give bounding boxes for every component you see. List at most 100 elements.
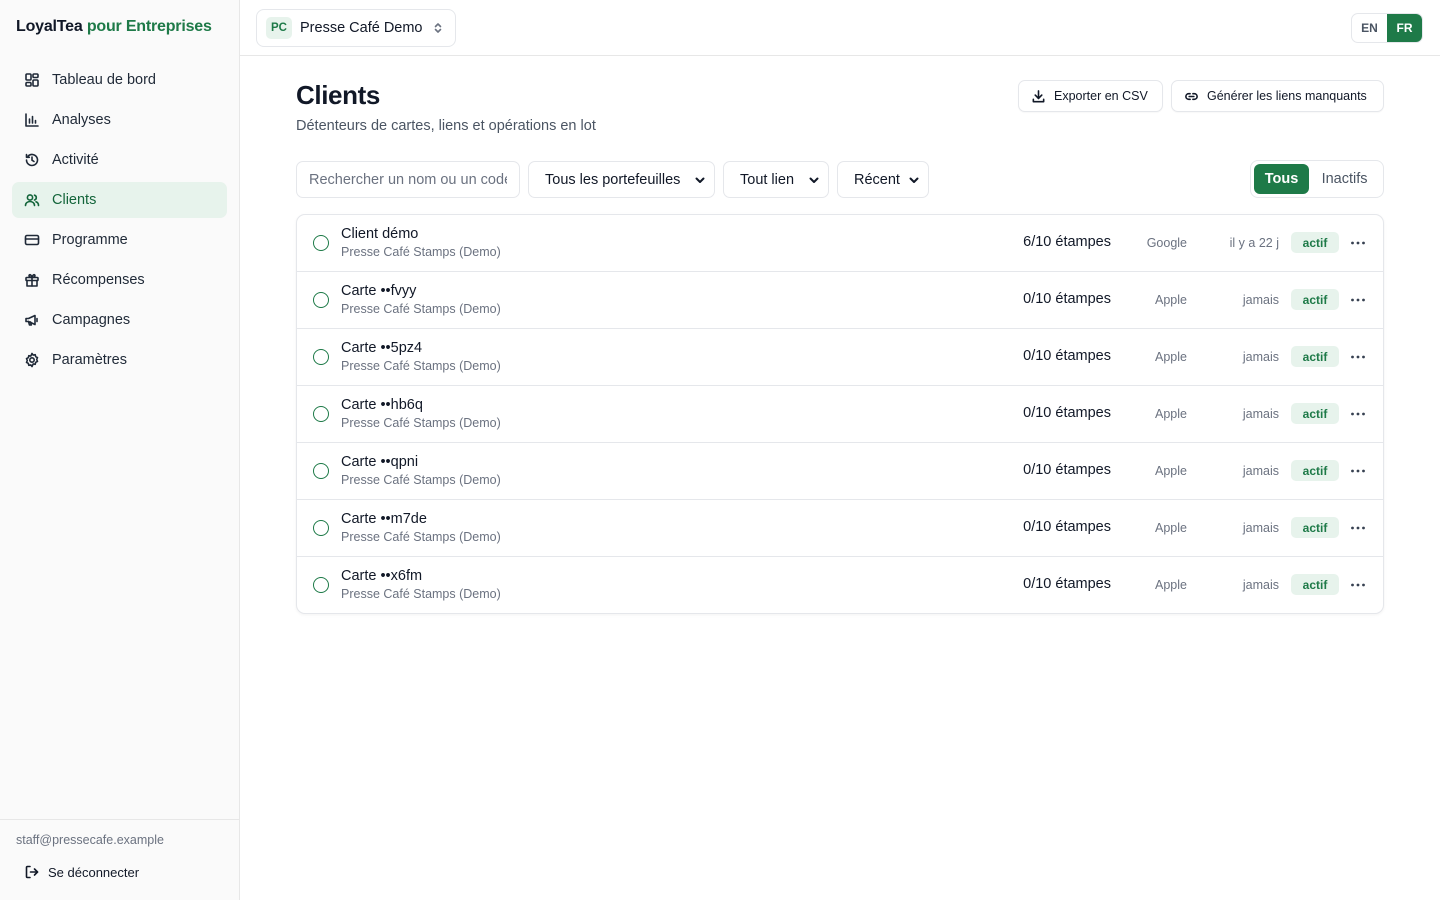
row-checkbox[interactable] [313,349,329,365]
program-name: Presse Café Stamps (Demo) [341,359,501,373]
link-icon [1185,92,1198,100]
table-row[interactable]: Carte ••hb6q Presse Café Stamps (Demo) 0… [297,386,1383,443]
generate-links-button[interactable]: Générer les liens manquants [1171,80,1384,112]
lang-en-button[interactable]: EN [1352,14,1387,42]
brand-logo[interactable]: LoyalTea pour Entreprises [16,18,212,36]
clients-table: Client démo Presse Café Stamps (Demo) 6/… [296,214,1384,614]
gear-icon [24,352,40,368]
sidebar-item-label: Activité [52,152,99,168]
topbar: PC Presse Café Demo EN FR [240,0,1440,56]
users-icon [24,192,40,208]
program-name: Presse Café Stamps (Demo) [341,302,501,316]
row-checkbox[interactable] [313,463,329,479]
more-options-icon[interactable] [1349,233,1367,253]
generate-links-label: Générer les liens manquants [1207,89,1367,103]
logout-button[interactable]: Se déconnecter [12,860,139,884]
sidebar-item-program[interactable]: Programme [12,222,227,258]
client-name: Carte ••hb6q [341,397,423,413]
sidebar-item-label: Campagnes [52,312,131,328]
sort-select[interactable]: Récent [837,161,929,198]
more-options-icon[interactable] [1349,347,1367,367]
sidebar-item-label: Paramètres [52,352,127,368]
more-options-icon[interactable] [1349,290,1367,310]
stamp-count: 0/10 étampes [1023,462,1111,478]
last-activity: jamais [1242,464,1279,478]
sidebar-nav: Tableau de bord Analyses Activité Client… [12,62,227,382]
table-row[interactable]: Carte ••m7de Presse Café Stamps (Demo) 0… [297,500,1383,557]
sidebar-item-dashboard[interactable]: Tableau de bord [12,62,227,98]
sidebar-item-label: Programme [52,232,128,248]
table-row[interactable]: Carte ••5pz4 Presse Café Stamps (Demo) 0… [297,329,1383,386]
sidebar: LoyalTea pour Entreprises Tableau de bor… [0,0,240,900]
status-badge: actif [1291,232,1339,253]
row-checkbox[interactable] [313,235,329,251]
stamp-count: 0/10 étampes [1023,576,1111,592]
status-segmented-control: Tous Inactifs [1250,160,1384,198]
brand-accent: pour Entreprises [86,18,212,35]
program-name: Presse Café Stamps (Demo) [341,530,501,544]
sidebar-item-clients[interactable]: Clients [12,182,227,218]
row-checkbox[interactable] [313,520,329,536]
stamp-count: 0/10 étampes [1023,291,1111,307]
link-select-value: Tout lien [740,171,795,188]
table-row[interactable]: Client démo Presse Café Stamps (Demo) 6/… [297,215,1383,272]
status-badge: actif [1291,460,1339,481]
last-activity: jamais [1242,350,1279,364]
sidebar-item-label: Tableau de bord [52,72,156,88]
sidebar-item-analytics[interactable]: Analyses [12,102,227,138]
program-name: Presse Café Stamps (Demo) [341,245,501,259]
status-badge: actif [1291,346,1339,367]
stamp-count: 0/10 étampes [1023,519,1111,535]
segment-all[interactable]: Tous [1254,164,1310,194]
last-activity: jamais [1242,521,1279,535]
table-row[interactable]: Carte ••fvyy Presse Café Stamps (Demo) 0… [297,272,1383,329]
more-options-icon[interactable] [1349,404,1367,424]
org-name: Presse Café Demo [300,20,423,36]
status-badge: actif [1291,289,1339,310]
org-switcher[interactable]: PC Presse Café Demo [256,9,456,47]
bar-chart-icon [24,112,40,128]
program-name: Presse Café Stamps (Demo) [341,416,501,430]
more-options-icon[interactable] [1349,575,1367,595]
last-activity: jamais [1242,407,1279,421]
wallet-select-value: Tous les portefeuilles [545,171,681,188]
sidebar-item-settings[interactable]: Paramètres [12,342,227,378]
user-email: staff@pressecafe.example [16,833,164,847]
more-options-icon[interactable] [1349,518,1367,538]
sidebar-item-campaigns[interactable]: Campagnes [12,302,227,338]
segment-inactive[interactable]: Inactifs [1309,164,1380,194]
client-name: Client démo [341,226,419,242]
sidebar-item-rewards[interactable]: Récompenses [12,262,227,298]
megaphone-icon [24,312,40,328]
link-select[interactable]: Tout lien [723,161,829,198]
lang-fr-button[interactable]: FR [1387,14,1422,42]
last-activity: il y a 22 j [1229,236,1279,250]
row-checkbox[interactable] [313,292,329,308]
sidebar-item-label: Analyses [52,112,111,128]
wallet-type: Apple [1155,350,1187,364]
table-row[interactable]: Carte ••x6fm Presse Café Stamps (Demo) 0… [297,557,1383,613]
row-checkbox[interactable] [313,577,329,593]
table-row[interactable]: Carte ••qpni Presse Café Stamps (Demo) 0… [297,443,1383,500]
page-title: Clients [296,80,380,110]
wallet-type: Apple [1155,407,1187,421]
client-name: Carte ••x6fm [341,568,423,584]
client-name: Carte ••qpni [341,454,419,470]
export-csv-button[interactable]: Exporter en CSV [1018,80,1163,112]
logout-label: Se déconnecter [48,864,140,880]
program-name: Presse Café Stamps (Demo) [341,587,501,601]
sidebar-item-activity[interactable]: Activité [12,142,227,178]
chevron-down-icon [908,174,920,186]
client-name: Carte ••5pz4 [341,340,423,356]
search-input[interactable] [296,161,520,198]
sidebar-item-label: Récompenses [52,272,145,288]
logout-icon [25,865,39,879]
client-name: Carte ••m7de [341,511,427,527]
gift-icon [24,272,40,288]
wallet-select[interactable]: Tous les portefeuilles [528,161,715,198]
row-checkbox[interactable] [313,406,329,422]
dashboard-icon [24,72,40,88]
history-icon [24,152,40,168]
brand-name: LoyalTea [16,18,83,35]
more-options-icon[interactable] [1349,461,1367,481]
